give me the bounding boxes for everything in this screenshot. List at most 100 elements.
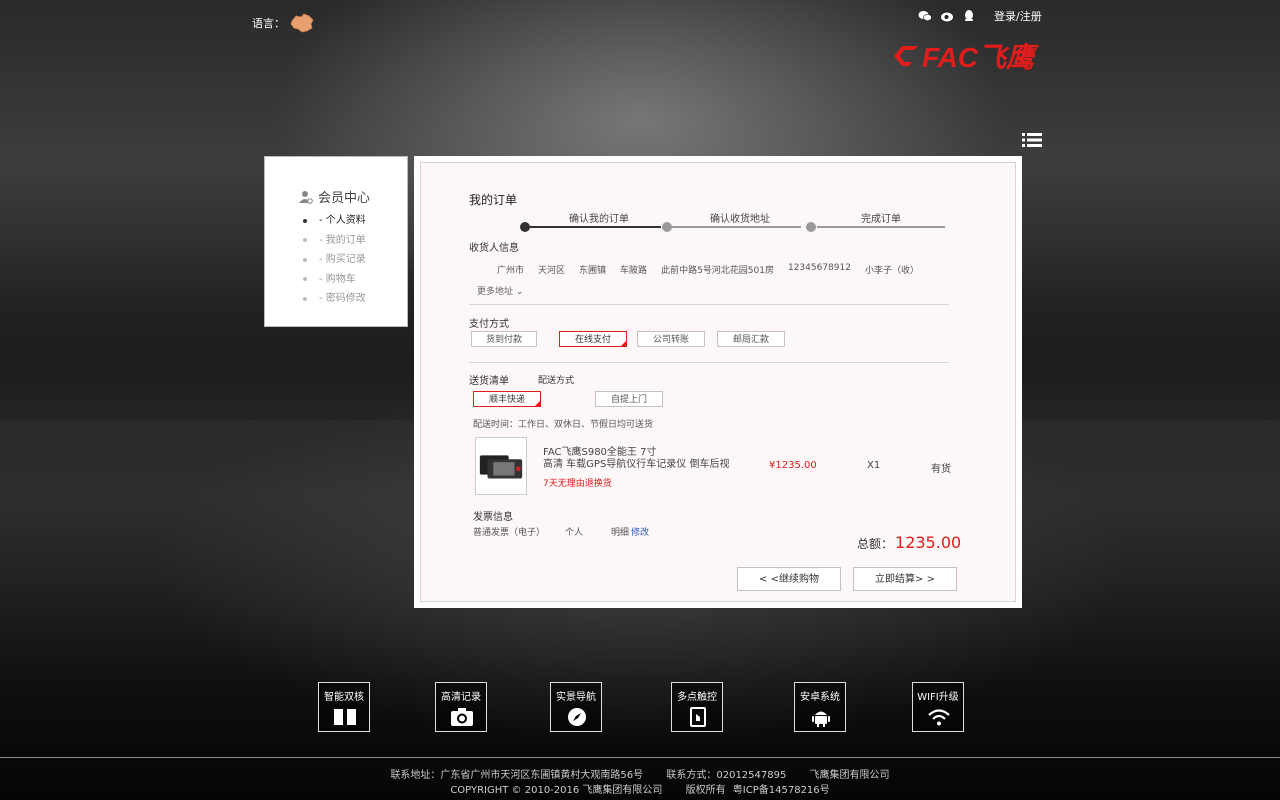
compass-icon xyxy=(568,708,586,726)
continue-shopping-button[interactable]: < <继续购物 xyxy=(737,567,841,591)
dual-core-icon xyxy=(334,709,356,725)
gps-device-icon xyxy=(479,455,523,479)
feature-dual-core[interactable]: 智能双核 xyxy=(318,682,370,732)
order-total: 总额： 1235.00 xyxy=(857,533,961,552)
checkout-button[interactable]: 立即结算> > xyxy=(853,567,957,591)
product-stock-status: 有货 xyxy=(931,464,951,475)
sidebar-item-orders[interactable]: - 我的订单 xyxy=(303,231,366,251)
step-complete: 完成订单 xyxy=(861,214,901,225)
address-detail: 此前中路5号河北花园501房 xyxy=(661,266,774,276)
feature-label: 多点触控 xyxy=(677,692,717,703)
address-road: 车陂路 xyxy=(620,266,648,276)
logo-text: FAC飞鹰 xyxy=(922,42,1039,73)
sidebar-menu: - 个人资料 - 我的订单 - 购买记录 - 购物车 - 密码修改 xyxy=(303,211,366,309)
payment-option-postal[interactable]: 邮局汇款 xyxy=(717,331,785,347)
footer-phone: 联系方式：02012547895 xyxy=(666,770,787,781)
delivery-option-sf[interactable]: 顺丰快递 xyxy=(473,391,541,407)
copyright-text: COPYRIGHT © 2010-2016 飞鹰集团有限公司 xyxy=(450,785,663,796)
sidebar-item-profile[interactable]: - 个人资料 xyxy=(303,211,366,231)
payment-label: 支付方式 xyxy=(469,319,509,330)
delivery-time-note: 配送时间：工作日、双休日、节假日均可送货 xyxy=(473,420,654,430)
step-dot-2 xyxy=(662,222,672,232)
feature-label: 实景导航 xyxy=(556,692,596,703)
divider xyxy=(469,362,949,363)
sidebar-item-cart[interactable]: - 购物车 xyxy=(303,270,366,290)
bullet-icon xyxy=(303,296,307,301)
product-return-policy: 7天无理由退换货 xyxy=(543,479,612,489)
product-name-line2: 高清 车载GPS导航仪行车记录仪 倒车后视 xyxy=(543,459,730,470)
rights-text: 版权所有 xyxy=(685,785,726,796)
footer-copyright: COPYRIGHT © 2010-2016 飞鹰集团有限公司 版权所有 粤ICP… xyxy=(0,781,1280,796)
language-selector[interactable]: 语言： xyxy=(252,12,315,34)
wifi-icon xyxy=(928,709,950,726)
qq-icon[interactable] xyxy=(962,8,976,22)
feature-label: 高清记录 xyxy=(441,692,481,703)
product-name-line1: FAC飞鹰S980全能王 7寸 xyxy=(543,447,657,458)
sidebar-title-text: 会员中心 xyxy=(318,191,371,206)
social-links xyxy=(918,8,976,22)
divider xyxy=(469,304,949,305)
address-district: 天河区 xyxy=(538,266,566,276)
step-line-1 xyxy=(529,226,661,228)
bullet-icon xyxy=(303,257,307,262)
fac-logo[interactable]: FAC飞鹰 xyxy=(890,36,1040,76)
china-map-icon xyxy=(290,13,314,33)
receiver-address: 广州市 天河区 东圃镇 车陂路 此前中路5号河北花园501房 123456789… xyxy=(497,263,933,276)
sidebar-item-label: - 购买记录 xyxy=(319,254,366,265)
feature-android[interactable]: 安卓系统 xyxy=(794,682,846,732)
delivery-option-pickup[interactable]: 自提上门 xyxy=(595,391,663,407)
order-panel-inner: 我的订单 确认我的订单 确认收货地址 完成订单 收货人信息 广州市 天河区 东圃… xyxy=(420,162,1016,602)
address-recipient: 小李子（收） xyxy=(864,266,919,276)
sidebar-item-purchases[interactable]: - 购买记录 xyxy=(303,250,366,270)
member-sidebar: 会员中心 - 个人资料 - 我的订单 - 购买记录 - 购物车 - 密码修改 xyxy=(264,156,408,327)
address-city: 广州市 xyxy=(497,266,525,276)
more-addresses-link[interactable]: 更多地址 ⌄ xyxy=(477,284,523,297)
wechat-icon[interactable] xyxy=(918,8,932,22)
sidebar-item-label: - 密码修改 xyxy=(319,293,366,304)
feature-label: WIFI升级 xyxy=(917,692,959,703)
step-confirm-order: 确认我的订单 xyxy=(569,214,629,225)
feature-live-navigation[interactable]: 实景导航 xyxy=(550,682,602,732)
total-label: 总额： xyxy=(857,537,894,551)
bullet-icon xyxy=(303,218,307,223)
payment-option-online[interactable]: 在线支付 xyxy=(559,331,627,347)
receiver-label: 收货人信息 xyxy=(469,243,519,254)
sidebar-item-label: - 我的订单 xyxy=(319,234,366,246)
page-title: 我的订单 xyxy=(469,193,518,207)
android-icon xyxy=(812,711,830,727)
payment-option-cod[interactable]: 货到付款 xyxy=(471,331,537,347)
feature-multi-touch[interactable]: 多点触控 xyxy=(671,682,723,732)
invoice-content: 明细 xyxy=(611,528,630,538)
footer-address: 联系地址：广东省广州市天河区东圃镇黄村大观南路56号 xyxy=(390,770,644,781)
language-label: 语言： xyxy=(252,17,285,30)
feature-hd-record[interactable]: 高清记录 xyxy=(435,682,487,732)
sidebar-item-label: - 个人资料 xyxy=(319,215,366,226)
invoice-edit-link[interactable]: 修改 xyxy=(631,525,649,538)
bullet-icon xyxy=(303,238,307,243)
step-dot-3 xyxy=(806,222,816,232)
order-panel: 我的订单 确认我的订单 确认收货地址 完成订单 收货人信息 广州市 天河区 东圃… xyxy=(414,156,1022,608)
icp-number: 粤ICP备14578216号 xyxy=(732,785,830,796)
feature-label: 智能双核 xyxy=(324,692,364,703)
invoice-label: 发票信息 xyxy=(473,512,513,523)
feature-strip: 智能双核 高清记录 实景导航 多点触控 安卓系统 WIFI升级 xyxy=(318,682,964,732)
user-settings-icon xyxy=(299,190,313,204)
footer-contact: 联系地址：广东省广州市天河区东圃镇黄村大观南路56号 联系方式：02012547… xyxy=(0,766,1280,781)
login-register-link[interactable]: 登录/注册 xyxy=(994,8,1042,24)
step-confirm-address: 确认收货地址 xyxy=(710,214,770,225)
feature-label: 安卓系统 xyxy=(800,692,840,703)
weibo-icon[interactable] xyxy=(940,8,954,22)
total-amount: 1235.00 xyxy=(895,533,962,552)
invoice-title: 个人 xyxy=(565,528,584,538)
touch-screen-icon xyxy=(690,707,706,727)
sidebar-item-password[interactable]: - 密码修改 xyxy=(303,289,366,309)
feature-wifi-upgrade[interactable]: WIFI升级 xyxy=(912,682,964,732)
chevron-down-icon: ⌄ xyxy=(515,287,524,297)
product-name[interactable]: FAC飞鹰S980全能王 7寸 高清 车载GPS导航仪行车记录仪 倒车后视 xyxy=(543,447,743,471)
menu-list-icon[interactable] xyxy=(1022,132,1042,148)
step-dot-1 xyxy=(520,222,530,232)
product-image[interactable] xyxy=(475,437,527,495)
step-line-2 xyxy=(669,226,801,228)
payment-option-transfer[interactable]: 公司转账 xyxy=(637,331,705,347)
footer-company: 飞鹰集团有限公司 xyxy=(809,770,890,781)
